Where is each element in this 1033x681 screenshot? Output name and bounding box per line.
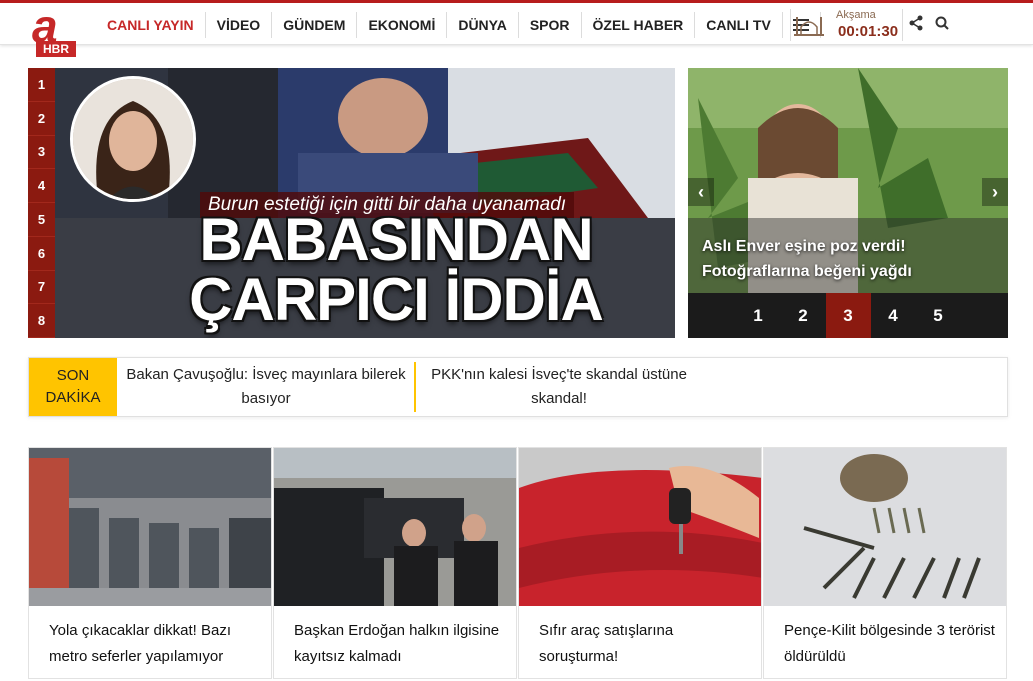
hero-page-6[interactable]: 6 — [28, 236, 55, 271]
news-card-title: Yola çıkacaklar dikkat! Bazı metro sefer… — [49, 622, 232, 665]
hero-page-2[interactable]: 2 — [28, 101, 55, 136]
hero-page-8[interactable]: 8 — [28, 304, 55, 338]
chevron-right-icon: › — [992, 181, 998, 202]
news-card-title: Başkan Erdoğan halkın ilgisine kayıtsız … — [294, 622, 500, 665]
logo-sub: HBR — [36, 41, 76, 57]
hero-page-1[interactable]: 1 — [28, 68, 55, 102]
nav-canli-yayin[interactable]: CANLI YAYIN — [96, 12, 206, 38]
slider-page-1[interactable]: 1 — [736, 293, 781, 338]
news-card[interactable]: Pençe-Kilit bölgesinde 3 terörist öldürü… — [763, 447, 1007, 679]
side-slider: Aslı Enver eşine poz verdi! Fotoğrafları… — [688, 68, 1008, 338]
hero-page-7[interactable]: 7 — [28, 270, 55, 305]
nav-video[interactable]: VİDEO — [206, 12, 273, 38]
breaking-separator — [414, 362, 416, 412]
hero-headline[interactable]: 1 2 3 4 5 6 7 8 Burun estetiği için gitt… — [28, 68, 675, 338]
nav-ekonomi[interactable]: EKONOMİ — [357, 12, 448, 38]
nav-spor[interactable]: SPOR — [519, 12, 582, 38]
hero-title-line-2: ÇARPICI İDDİA — [189, 266, 604, 333]
hero-page-4[interactable]: 4 — [28, 169, 55, 203]
breaking-item[interactable]: Bakan Çavuşoğlu: İsveç mayınlara bilerek… — [126, 363, 406, 411]
hero-page-3[interactable]: 3 — [28, 135, 55, 170]
breaking-news-bar: SON DAKİKA Bakan Çavuşoğlu: İsveç mayınl… — [28, 357, 1008, 417]
hero-title-line-1: BABASINDAN — [199, 206, 593, 273]
news-card-title: Sıfır araç satışlarına soruşturma! — [539, 622, 674, 665]
news-card-image — [764, 448, 1006, 606]
share-icon[interactable] — [908, 14, 924, 32]
hero-title: BABASINDAN ÇARPICI İDDİA — [136, 210, 656, 330]
search-icon[interactable] — [934, 14, 950, 32]
news-card-image — [274, 448, 516, 606]
slider-pager: 1 2 3 4 5 — [688, 293, 1008, 338]
breaking-label-line-2: DAKİKA — [45, 389, 101, 406]
slider-next-button[interactable]: › — [982, 178, 1008, 206]
ahaber-logo[interactable]: a HBR — [28, 0, 82, 59]
prayer-label: Akşama — [836, 9, 876, 21]
prayer-countdown: 00:01:30 — [838, 23, 899, 40]
news-card-title: Pençe-Kilit bölgesinde 3 terörist öldürü… — [784, 622, 995, 665]
main-nav: CANLI YAYIN VİDEO GÜNDEM EKONOMİ DÜNYA S… — [96, 9, 821, 41]
mosque-icon — [794, 17, 824, 36]
slider-page-5[interactable]: 5 — [916, 293, 961, 338]
breaking-label-line-1: SON — [56, 367, 90, 384]
news-card-image — [519, 448, 761, 606]
nav-canli-tv[interactable]: CANLI TV — [695, 12, 783, 38]
slider-page-4[interactable]: 4 — [871, 293, 916, 338]
news-card-image — [29, 448, 271, 606]
slider-caption: Aslı Enver eşine poz verdi! Fotoğrafları… — [702, 238, 912, 280]
news-card[interactable]: Yola çıkacaklar dikkat! Bazı metro sefer… — [28, 447, 272, 679]
hero-pagination: 1 2 3 4 5 6 7 8 — [28, 68, 55, 338]
slider-prev-button[interactable]: ‹ — [688, 178, 714, 206]
hero-page-5[interactable]: 5 — [28, 203, 55, 237]
breaking-label: SON DAKİKA — [29, 358, 117, 416]
slider-page-2[interactable]: 2 — [781, 293, 826, 338]
nav-gundem[interactable]: GÜNDEM — [272, 12, 358, 38]
news-card[interactable]: Sıfır araç satışlarına soruşturma! — [518, 447, 762, 679]
breaking-item[interactable]: PKK'nın kalesi İsveç'te skandal üstüne s… — [424, 363, 694, 411]
news-card[interactable]: Başkan Erdoğan halkın ilgisine kayıtsız … — [273, 447, 517, 679]
victim-portrait — [70, 76, 196, 202]
chevron-left-icon: ‹ — [698, 181, 704, 202]
nav-ozel-haber[interactable]: ÖZEL HABER — [582, 12, 696, 38]
slider-slide[interactable]: Aslı Enver eşine poz verdi! Fotoğrafları… — [688, 68, 1008, 293]
top-navbar: a HBR CANLI YAYIN VİDEO GÜNDEM EKONOMİ D… — [0, 0, 1033, 57]
slider-page-3[interactable]: 3 — [825, 293, 871, 338]
nav-dunya[interactable]: DÜNYA — [447, 12, 519, 38]
